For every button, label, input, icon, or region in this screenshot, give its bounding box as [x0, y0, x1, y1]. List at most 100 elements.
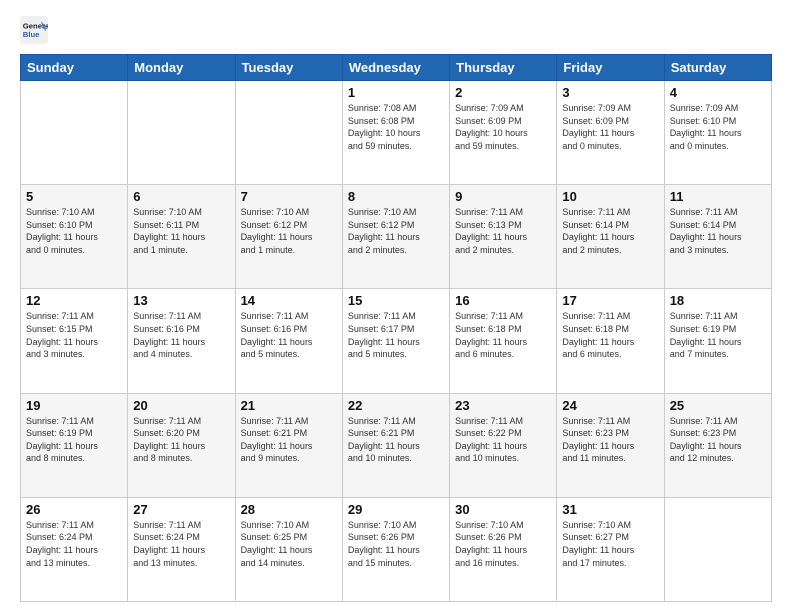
day-number: 7: [241, 189, 337, 204]
day-cell: 25 Sunrise: 7:11 AM Sunset: 6:23 PM Dayli…: [664, 393, 771, 497]
day-cell: 18 Sunrise: 7:11 AM Sunset: 6:19 PM Dayli…: [664, 289, 771, 393]
day-header-saturday: Saturday: [664, 55, 771, 81]
day-info: Sunrise: 7:11 AM Sunset: 6:14 PM Dayligh…: [562, 206, 658, 256]
day-number: 15: [348, 293, 444, 308]
day-cell: 3 Sunrise: 7:09 AM Sunset: 6:09 PM Daylig…: [557, 81, 664, 185]
day-info: Sunrise: 7:11 AM Sunset: 6:14 PM Dayligh…: [670, 206, 766, 256]
day-info: Sunrise: 7:09 AM Sunset: 6:09 PM Dayligh…: [455, 102, 551, 152]
day-cell: 20Sunrise: 7:11 AM Sunset: 6:20 PM Dayli…: [128, 393, 235, 497]
day-cell: 17 Sunrise: 7:11 AM Sunset: 6:18 PM Dayli…: [557, 289, 664, 393]
day-cell: [21, 81, 128, 185]
day-info: Sunrise: 7:08 AM Sunset: 6:08 PM Dayligh…: [348, 102, 444, 152]
day-number: 25: [670, 398, 766, 413]
day-header-monday: Monday: [128, 55, 235, 81]
logo: General Blue: [20, 16, 50, 44]
week-row-3: 12 Sunrise: 7:11 AM Sunset: 6:15 PM Dayli…: [21, 289, 772, 393]
day-number: 1: [348, 85, 444, 100]
day-cell: 11Sunrise: 7:11 AM Sunset: 6:14 PM Dayli…: [664, 185, 771, 289]
day-info: Sunrise: 7:10 AM Sunset: 6:25 PM Dayligh…: [241, 519, 337, 569]
day-number: 22: [348, 398, 444, 413]
day-info: Sunrise: 7:11 AM Sunset: 6:21 PM Dayligh…: [241, 415, 337, 465]
day-number: 2: [455, 85, 551, 100]
day-info: Sunrise: 7:10 AM Sunset: 6:12 PM Dayligh…: [348, 206, 444, 256]
day-cell: 4 Sunrise: 7:09 AM Sunset: 6:10 PM Daylig…: [664, 81, 771, 185]
day-header-wednesday: Wednesday: [342, 55, 449, 81]
day-number: 29: [348, 502, 444, 517]
day-info: Sunrise: 7:11 AM Sunset: 6:19 PM Dayligh…: [670, 310, 766, 360]
day-cell: 21 Sunrise: 7:11 AM Sunset: 6:21 PM Dayli…: [235, 393, 342, 497]
day-cell: 27Sunrise: 7:11 AM Sunset: 6:24 PM Dayli…: [128, 497, 235, 601]
day-info: Sunrise: 7:11 AM Sunset: 6:18 PM Dayligh…: [562, 310, 658, 360]
day-info: Sunrise: 7:11 AM Sunset: 6:19 PM Dayligh…: [26, 415, 122, 465]
day-number: 3: [562, 85, 658, 100]
day-info: Sunrise: 7:11 AM Sunset: 6:16 PM Dayligh…: [241, 310, 337, 360]
day-header-row: SundayMondayTuesdayWednesdayThursdayFrid…: [21, 55, 772, 81]
day-number: 9: [455, 189, 551, 204]
day-info: Sunrise: 7:11 AM Sunset: 6:18 PM Dayligh…: [455, 310, 551, 360]
day-info: Sunrise: 7:11 AM Sunset: 6:21 PM Dayligh…: [348, 415, 444, 465]
day-cell: 9 Sunrise: 7:11 AM Sunset: 6:13 PM Daylig…: [450, 185, 557, 289]
day-info: Sunrise: 7:11 AM Sunset: 6:16 PM Dayligh…: [133, 310, 229, 360]
day-cell: 26 Sunrise: 7:11 AM Sunset: 6:24 PM Dayli…: [21, 497, 128, 601]
day-number: 14: [241, 293, 337, 308]
day-cell: 15 Sunrise: 7:11 AM Sunset: 6:17 PM Dayli…: [342, 289, 449, 393]
calendar-page: General Blue SundayMondayTuesdayWednesda…: [0, 0, 792, 612]
day-cell: [664, 497, 771, 601]
day-number: 6: [133, 189, 229, 204]
day-info: Sunrise: 7:10 AM Sunset: 6:12 PM Dayligh…: [241, 206, 337, 256]
day-cell: 16 Sunrise: 7:11 AM Sunset: 6:18 PM Dayli…: [450, 289, 557, 393]
day-number: 18: [670, 293, 766, 308]
day-info: Sunrise: 7:10 AM Sunset: 6:27 PM Dayligh…: [562, 519, 658, 569]
day-cell: 8 Sunrise: 7:10 AM Sunset: 6:12 PM Daylig…: [342, 185, 449, 289]
day-cell: 24Sunrise: 7:11 AM Sunset: 6:23 PM Dayli…: [557, 393, 664, 497]
header: General Blue: [20, 16, 772, 44]
day-number: 13: [133, 293, 229, 308]
day-cell: 28 Sunrise: 7:10 AM Sunset: 6:25 PM Dayli…: [235, 497, 342, 601]
day-cell: 19Sunrise: 7:11 AM Sunset: 6:19 PM Dayli…: [21, 393, 128, 497]
day-cell: 5 Sunrise: 7:10 AM Sunset: 6:10 PM Daylig…: [21, 185, 128, 289]
day-number: 5: [26, 189, 122, 204]
day-info: Sunrise: 7:11 AM Sunset: 6:17 PM Dayligh…: [348, 310, 444, 360]
day-number: 17: [562, 293, 658, 308]
day-info: Sunrise: 7:10 AM Sunset: 6:26 PM Dayligh…: [348, 519, 444, 569]
day-header-sunday: Sunday: [21, 55, 128, 81]
day-cell: [128, 81, 235, 185]
day-number: 28: [241, 502, 337, 517]
day-cell: 29 Sunrise: 7:10 AM Sunset: 6:26 PM Dayli…: [342, 497, 449, 601]
day-info: Sunrise: 7:09 AM Sunset: 6:09 PM Dayligh…: [562, 102, 658, 152]
day-cell: 23Sunrise: 7:11 AM Sunset: 6:22 PM Dayli…: [450, 393, 557, 497]
day-cell: 7 Sunrise: 7:10 AM Sunset: 6:12 PM Daylig…: [235, 185, 342, 289]
day-header-friday: Friday: [557, 55, 664, 81]
day-number: 26: [26, 502, 122, 517]
day-cell: 13 Sunrise: 7:11 AM Sunset: 6:16 PM Dayli…: [128, 289, 235, 393]
day-cell: 22 Sunrise: 7:11 AM Sunset: 6:21 PM Dayli…: [342, 393, 449, 497]
day-cell: 14 Sunrise: 7:11 AM Sunset: 6:16 PM Dayli…: [235, 289, 342, 393]
day-info: Sunrise: 7:11 AM Sunset: 6:23 PM Dayligh…: [670, 415, 766, 465]
day-number: 12: [26, 293, 122, 308]
calendar-table: SundayMondayTuesdayWednesdayThursdayFrid…: [20, 54, 772, 602]
day-info: Sunrise: 7:09 AM Sunset: 6:10 PM Dayligh…: [670, 102, 766, 152]
day-number: 30: [455, 502, 551, 517]
day-number: 20: [133, 398, 229, 413]
day-cell: 30Sunrise: 7:10 AM Sunset: 6:26 PM Dayli…: [450, 497, 557, 601]
day-info: Sunrise: 7:10 AM Sunset: 6:11 PM Dayligh…: [133, 206, 229, 256]
day-info: Sunrise: 7:11 AM Sunset: 6:23 PM Dayligh…: [562, 415, 658, 465]
svg-text:Blue: Blue: [23, 30, 40, 39]
day-header-thursday: Thursday: [450, 55, 557, 81]
day-cell: [235, 81, 342, 185]
day-number: 21: [241, 398, 337, 413]
day-number: 8: [348, 189, 444, 204]
day-cell: 12 Sunrise: 7:11 AM Sunset: 6:15 PM Dayli…: [21, 289, 128, 393]
day-number: 10: [562, 189, 658, 204]
week-row-1: 1 Sunrise: 7:08 AM Sunset: 6:08 PM Daylig…: [21, 81, 772, 185]
day-cell: 10 Sunrise: 7:11 AM Sunset: 6:14 PM Dayli…: [557, 185, 664, 289]
day-info: Sunrise: 7:11 AM Sunset: 6:24 PM Dayligh…: [26, 519, 122, 569]
day-info: Sunrise: 7:10 AM Sunset: 6:10 PM Dayligh…: [26, 206, 122, 256]
day-info: Sunrise: 7:11 AM Sunset: 6:15 PM Dayligh…: [26, 310, 122, 360]
day-number: 4: [670, 85, 766, 100]
day-cell: 1 Sunrise: 7:08 AM Sunset: 6:08 PM Daylig…: [342, 81, 449, 185]
day-number: 16: [455, 293, 551, 308]
day-info: Sunrise: 7:11 AM Sunset: 6:24 PM Dayligh…: [133, 519, 229, 569]
day-info: Sunrise: 7:11 AM Sunset: 6:13 PM Dayligh…: [455, 206, 551, 256]
week-row-5: 26 Sunrise: 7:11 AM Sunset: 6:24 PM Dayli…: [21, 497, 772, 601]
